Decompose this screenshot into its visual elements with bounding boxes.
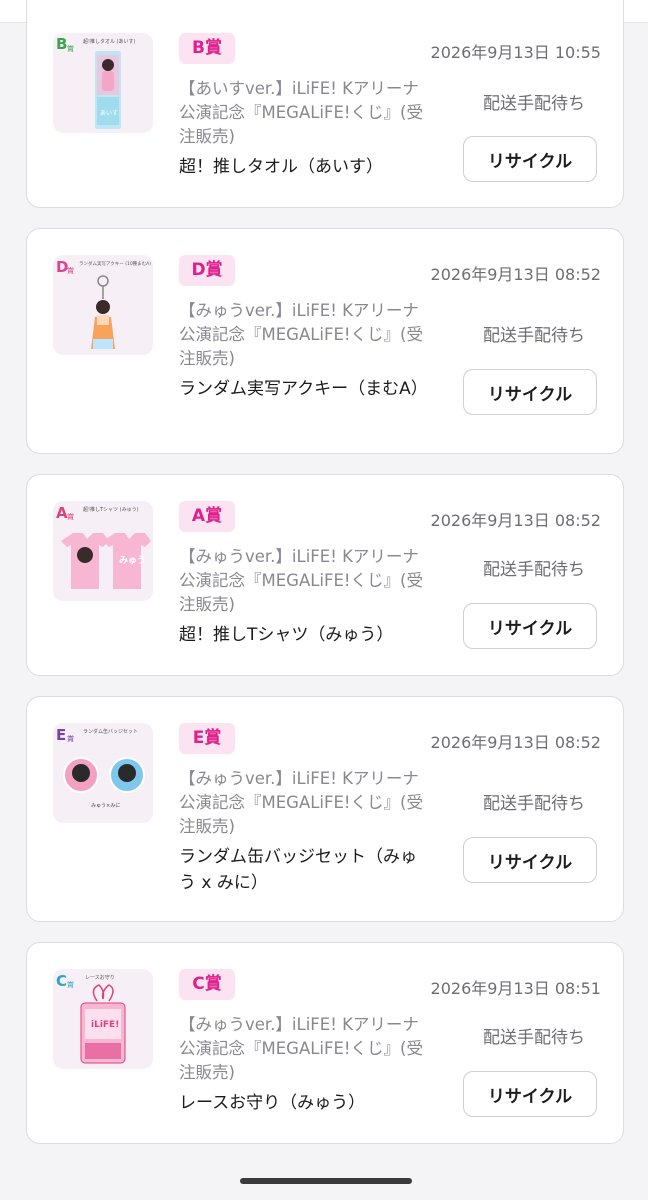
prize-rank-badge: B賞: [179, 33, 235, 64]
recycle-button[interactable]: リサイクル: [463, 369, 597, 415]
tshirt-image: A 賞 超!推しTシャツ (みゅう) みゅう: [56, 504, 151, 589]
svg-text:賞: 賞: [67, 266, 74, 275]
shipping-status: 配送手配待ち: [483, 326, 585, 346]
thumb-letter: C: [56, 972, 67, 990]
lottery-result-card: B 賞 超!推しタオル (あいす) あいす B賞 2026年9月13日 10:5…: [26, 0, 624, 208]
thumb-caption: 超!推しTシャツ (みゅう): [83, 506, 139, 513]
series-title: 【みゅうver.】iLiFE! Kアリーナ公演記念『MEGALiFE!くじ』(受…: [179, 301, 423, 368]
thumb-caption: レースお守り: [85, 974, 115, 981]
thumb-letter: B: [56, 35, 67, 53]
acrylic-keychain-image: D 賞 ランダム実写アクキー (10種まむA): [56, 258, 151, 349]
shipping-status: 配送手配待ち: [483, 794, 585, 814]
prize-rank-badge: E賞: [179, 723, 235, 754]
shipping-status: 配送手配待ち: [483, 560, 585, 580]
draw-datetime: 2026年9月13日 08:52: [430, 265, 601, 284]
recycle-button[interactable]: リサイクル: [463, 1071, 597, 1117]
prize-thumbnail: B 賞 超!推しタオル (あいす) あいす: [53, 33, 153, 133]
lottery-result-card: C 賞 レースお守り iLiFE! C賞 2026年9月13日 08:51 【み…: [26, 942, 624, 1144]
thumb-subcaption: iLiFE!: [91, 1020, 119, 1030]
towel-image: B 賞 超!推しタオル (あいす) あいす: [56, 35, 136, 129]
draw-datetime: 2026年9月13日 10:55: [430, 43, 601, 62]
svg-text:みゅう: みゅう: [119, 555, 146, 566]
prize-thumbnail: D 賞 ランダム実写アクキー (10種まむA): [53, 255, 153, 355]
thumb-subcaption: みゅう×みに: [91, 803, 120, 809]
svg-text:賞: 賞: [67, 44, 74, 53]
item-name: レースお守り（みゅう）: [179, 1093, 366, 1113]
draw-datetime: 2026年9月13日 08:51: [430, 979, 601, 998]
home-indicator[interactable]: [240, 1178, 412, 1184]
lottery-result-card: E 賞 ランダム缶バッジセット みゅう×みに E賞 2026年9月13日 08:…: [26, 696, 624, 922]
series-title: 【みゅうver.】iLiFE! Kアリーナ公演記念『MEGALiFE!くじ』(受…: [179, 1015, 423, 1082]
svg-text:賞: 賞: [67, 980, 74, 989]
draw-datetime: 2026年9月13日 08:52: [430, 511, 601, 530]
svg-text:あいす: あいす: [100, 110, 118, 117]
can-badge-image: E 賞 ランダム缶バッジセット みゅう×みに: [56, 726, 145, 809]
prize-rank-badge: D賞: [179, 255, 235, 286]
prize-thumbnail: C 賞 レースお守り iLiFE!: [53, 969, 153, 1069]
recycle-button[interactable]: リサイクル: [463, 136, 597, 182]
series-title: 【みゅうver.】iLiFE! Kアリーナ公演記念『MEGALiFE!くじ』(受…: [179, 769, 423, 836]
shipping-status: 配送手配待ち: [483, 94, 585, 114]
thumb-caption: ランダム実写アクキー (10種まむA): [79, 260, 151, 267]
series-title: 【みゅうver.】iLiFE! Kアリーナ公演記念『MEGALiFE!くじ』(受…: [179, 547, 423, 614]
svg-text:賞: 賞: [67, 512, 74, 521]
prize-thumbnail: E 賞 ランダム缶バッジセット みゅう×みに: [53, 723, 153, 823]
thumb-caption: ランダム缶バッジセット: [83, 728, 138, 735]
shipping-status: 配送手配待ち: [483, 1028, 585, 1048]
recycle-button[interactable]: リサイクル: [463, 603, 597, 649]
item-name: 超！推しタオル（あいす）: [179, 157, 383, 177]
prize-rank-badge: C賞: [179, 969, 235, 1000]
prize-thumbnail: A 賞 超!推しTシャツ (みゅう) みゅう: [53, 501, 153, 601]
prize-rank-badge: A賞: [179, 501, 235, 532]
thumb-caption: 超!推しタオル (あいす): [83, 38, 136, 45]
recycle-button[interactable]: リサイクル: [463, 837, 597, 883]
lottery-result-card: D 賞 ランダム実写アクキー (10種まむA) D賞 2026年9月13日 08…: [26, 228, 624, 454]
item-name: ランダム実写アクキー（まむA）: [179, 379, 428, 399]
item-name: 超！推しTシャツ（みゅう）: [179, 625, 394, 645]
amulet-image: C 賞 レースお守り iLiFE!: [56, 972, 126, 1064]
svg-text:賞: 賞: [67, 734, 74, 743]
item-name: ランダム缶バッジセット（みゅう x みに）: [179, 847, 417, 893]
draw-datetime: 2026年9月13日 08:52: [430, 733, 601, 752]
lottery-result-card: A 賞 超!推しTシャツ (みゅう) みゅう A賞 2026年9月13日 08:…: [26, 474, 624, 676]
series-title: 【あいすver.】iLiFE! Kアリーナ公演記念『MEGALiFE!くじ』(受…: [179, 79, 423, 146]
thumb-letter: E: [56, 726, 66, 744]
